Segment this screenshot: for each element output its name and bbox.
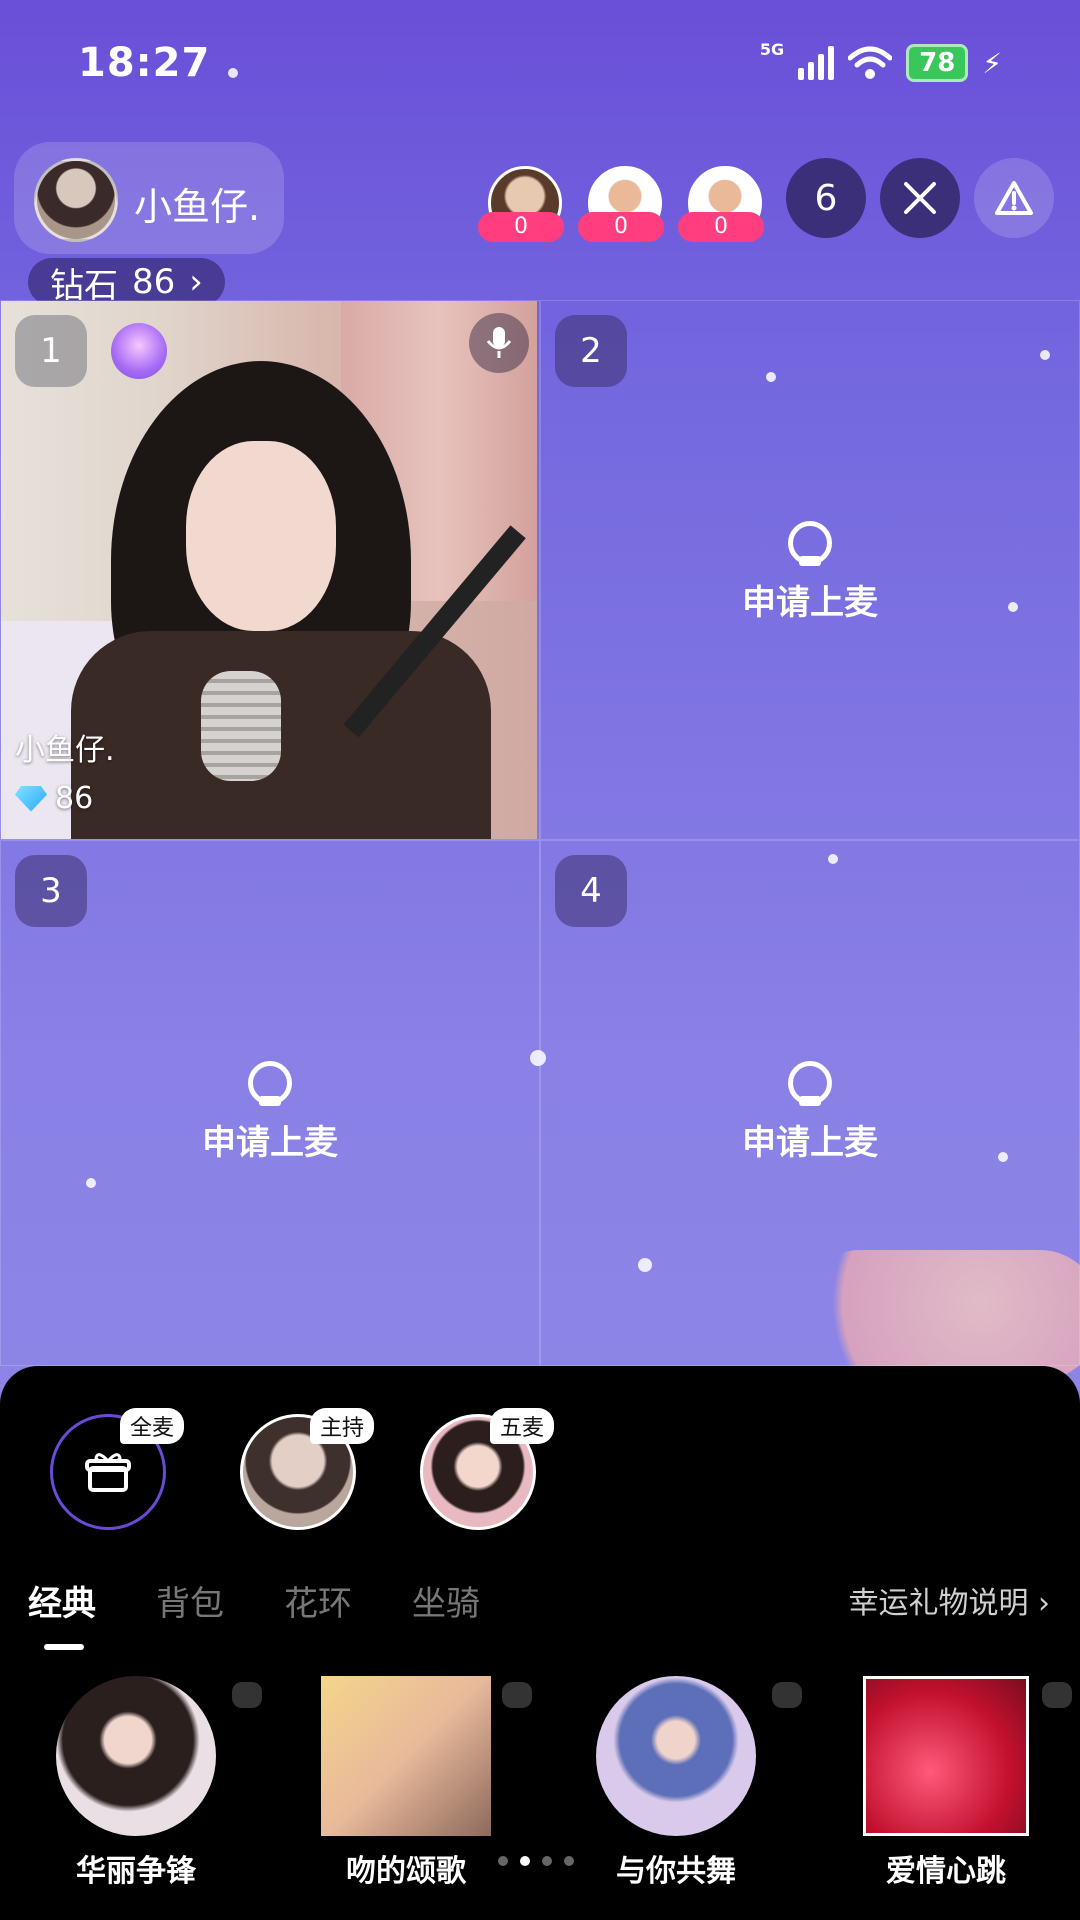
mic-seat-4[interactable]: 4 申请上麦 <box>540 840 1080 1366</box>
gift-image <box>596 1676 756 1836</box>
chevron-right-icon: › <box>189 262 203 302</box>
gift-image <box>56 1676 216 1836</box>
host-profile[interactable]: 小鱼仔. <box>14 142 284 254</box>
gift-tag-icon <box>232 1682 262 1708</box>
mic-seat-2[interactable]: 2 申请上麦 <box>540 300 1080 840</box>
seat-number: 3 <box>15 855 87 927</box>
gift-panel: 全麦 主持 五麦 经典 背包 花环 坐骑 幸运礼物说明 › 华丽争锋 吻的颂歌 … <box>0 1366 1080 1920</box>
gift-name: 爱情心跳 <box>886 1854 1006 1889</box>
mic-seat-1[interactable]: 1 小鱼仔. 86 <box>0 300 540 840</box>
seat-diamond-score: 86 <box>15 781 93 816</box>
diamond-icon <box>15 785 47 812</box>
gift-item[interactable]: 与你共舞 <box>566 1676 786 1890</box>
gift-item[interactable]: 爱情心跳 <box>836 1676 1056 1890</box>
recipient-tag: 五麦 <box>489 1408 554 1444</box>
mic-seat-grid: 1 小鱼仔. 86 2 申请上麦 3 申请上麦 4 申请上麦 <box>0 300 1080 1366</box>
lucky-gift-info-link[interactable]: 幸运礼物说明 › <box>848 1578 1050 1622</box>
gift-item[interactable]: 华丽争锋 <box>26 1676 246 1890</box>
recipient-tag: 主持 <box>309 1408 374 1444</box>
diamond-ranking-button[interactable]: 钻石 86 › <box>28 258 225 306</box>
status-icons: 5G 78 ⚡ <box>760 40 1002 82</box>
microphone-button[interactable] <box>469 313 529 373</box>
gift-page-indicator <box>498 1856 574 1866</box>
close-icon <box>904 182 936 214</box>
mic-seat-3[interactable]: 3 申请上麦 <box>0 840 540 1366</box>
viewer-contribution-badge: 0 <box>678 212 764 242</box>
seat-number: 2 <box>555 315 627 387</box>
apply-mic-label: 申请上麦 <box>742 1123 878 1163</box>
diamond-count: 86 <box>132 262 176 302</box>
apply-mic-label: 申请上麦 <box>202 1123 338 1163</box>
apply-mic-button[interactable]: 申请上麦 <box>541 1061 1079 1164</box>
gift-tag-icon <box>1042 1682 1072 1708</box>
apply-mic-button[interactable]: 申请上麦 <box>541 521 1079 624</box>
tab-mount[interactable]: 坐骑 <box>412 1576 480 1625</box>
recipient-all-mics[interactable]: 全麦 <box>50 1408 184 1530</box>
active-tab-indicator <box>44 1644 84 1650</box>
status-time: 18:27 <box>78 40 211 86</box>
wifi-icon <box>848 46 893 79</box>
status-bar: 18:27 5G 78 ⚡ <box>0 0 1080 130</box>
lucky-gift-info-label: 幸运礼物说明 <box>848 1586 1029 1621</box>
gift-name: 吻的颂歌 <box>346 1854 466 1889</box>
viewer-contribution-badge: 0 <box>578 212 664 242</box>
recipient-seat-five[interactable]: 五麦 <box>420 1408 554 1530</box>
host-avatar[interactable] <box>34 158 118 242</box>
gift-item[interactable]: 吻的颂歌 <box>296 1676 516 1890</box>
network-type: 5G <box>759 39 785 59</box>
seat-number: 4 <box>555 855 627 927</box>
signal-icon <box>798 46 835 80</box>
microphone-icon <box>486 327 512 358</box>
chevron-right-icon: › <box>1038 1586 1050 1621</box>
apply-mic-label: 申请上麦 <box>742 583 878 623</box>
recipient-tag: 全麦 <box>119 1408 184 1444</box>
camera-icon <box>248 1061 292 1106</box>
level-badge-icon <box>111 323 167 379</box>
gift-list: 华丽争锋 吻的颂歌 与你共舞 爱情心跳 <box>0 1676 1080 1916</box>
gift-name: 华丽争锋 <box>76 1854 196 1889</box>
charging-icon: ⚡ <box>982 46 1002 80</box>
gift-tabs: 经典 背包 花环 坐骑 <box>28 1576 480 1625</box>
host-name: 小鱼仔. <box>134 185 261 229</box>
seat-number: 1 <box>15 315 87 387</box>
gift-image <box>863 1676 1029 1836</box>
camera-icon <box>788 521 832 566</box>
apply-mic-button[interactable]: 申请上麦 <box>1 1061 539 1164</box>
warning-icon <box>995 181 1033 215</box>
seat-user-name: 小鱼仔. <box>15 733 115 768</box>
tab-classic[interactable]: 经典 <box>28 1576 96 1625</box>
online-count-button[interactable]: 6 <box>786 158 866 238</box>
close-room-button[interactable] <box>880 158 960 238</box>
seat-score-value: 86 <box>55 781 94 816</box>
report-button[interactable] <box>974 158 1054 238</box>
camera-icon <box>788 1061 832 1106</box>
gift-name: 与你共舞 <box>616 1854 736 1889</box>
gift-tag-icon <box>772 1682 802 1708</box>
gift-tag-icon <box>502 1682 532 1708</box>
viewer-contribution-badge: 0 <box>478 212 564 242</box>
gift-image <box>321 1676 491 1836</box>
recipient-host[interactable]: 主持 <box>240 1408 374 1530</box>
tab-backpack[interactable]: 背包 <box>156 1576 224 1625</box>
tab-garland[interactable]: 花环 <box>284 1576 352 1625</box>
battery-indicator: 78 <box>906 44 969 82</box>
gift-box-icon <box>85 1453 131 1492</box>
